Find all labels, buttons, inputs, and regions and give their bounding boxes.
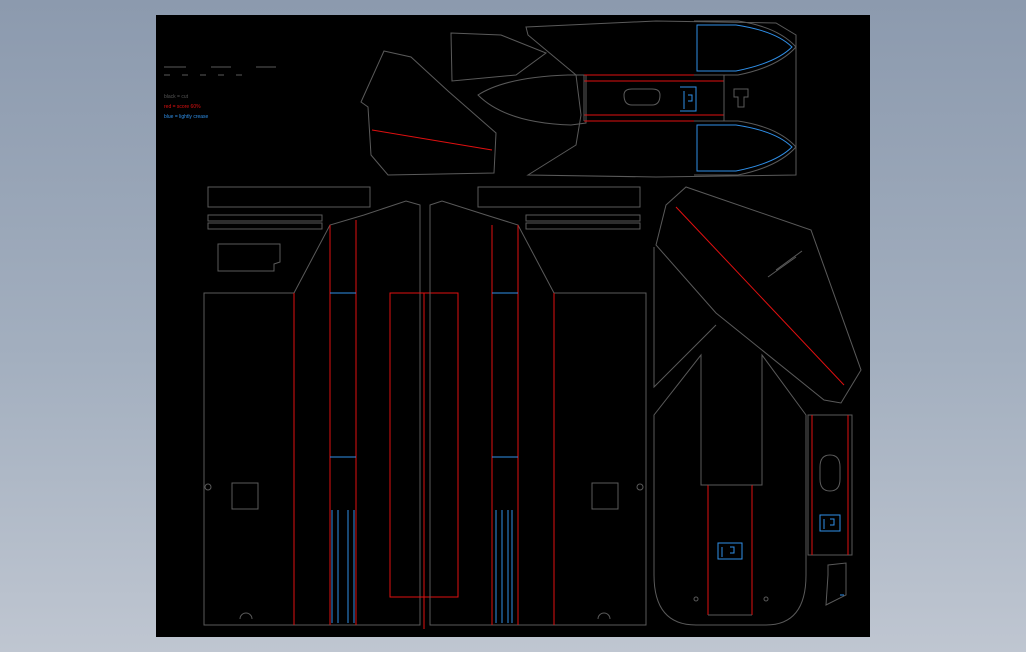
right-strip [807, 414, 853, 606]
fuselage-right [423, 200, 647, 629]
cut-template-drawing [164, 20, 862, 629]
legend-cut-label: black = cut [164, 94, 189, 100]
fin-piece [360, 50, 497, 176]
legend-score-label: red = score 60% [164, 104, 201, 110]
lower-pod [653, 353, 807, 626]
top-spine [583, 74, 749, 122]
fuselage-left [203, 200, 459, 626]
swept-wing [653, 186, 862, 404]
spar-bars [207, 186, 641, 272]
header-dash-marks [164, 66, 276, 76]
legend-crease-label: blue = lightly crease [164, 114, 209, 120]
wing-tip-pieces [694, 20, 797, 176]
cad-viewport[interactable]: black = cut red = score 60% blue = light… [156, 15, 870, 637]
